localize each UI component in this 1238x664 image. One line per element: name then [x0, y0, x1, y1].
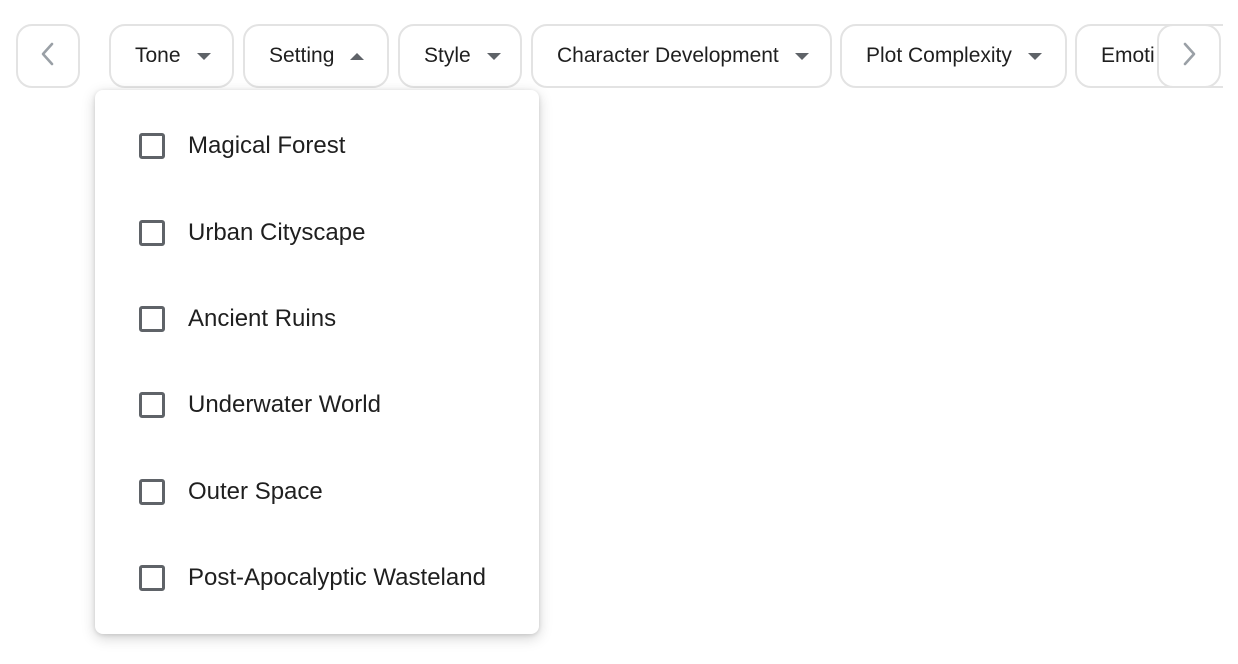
chip-label: Character Development [557, 44, 779, 67]
checkbox[interactable] [139, 133, 165, 159]
filter-panel: Tone Setting Style Character Development… [0, 0, 1238, 664]
caret-down-icon [196, 52, 211, 60]
checkbox[interactable] [139, 220, 165, 246]
scroll-right-button[interactable] [1157, 24, 1221, 88]
option-urban-cityscape[interactable]: Urban Cityscape [95, 203, 539, 263]
option-underwater-world[interactable]: Underwater World [95, 375, 539, 435]
option-outer-space[interactable]: Outer Space [95, 462, 539, 522]
caret-up-icon [350, 52, 365, 60]
checkbox[interactable] [139, 479, 165, 505]
scroll-left-button[interactable] [16, 24, 80, 88]
option-label: Ancient Ruins [188, 305, 337, 332]
filter-chip-setting[interactable]: Setting [243, 24, 389, 88]
option-post-apocalyptic-wasteland[interactable]: Post-Apocalyptic Wasteland [95, 548, 539, 608]
option-magical-forest[interactable]: Magical Forest [95, 116, 539, 176]
option-label: Underwater World [188, 391, 381, 418]
chevron-right-icon [1181, 41, 1197, 72]
caret-down-icon [794, 52, 809, 60]
chip-label: Emoti [1101, 44, 1155, 67]
option-ancient-ruins[interactable]: Ancient Ruins [95, 289, 539, 349]
option-label: Post-Apocalyptic Wasteland [188, 564, 486, 591]
option-label: Outer Space [188, 478, 323, 505]
filter-chip-character-development[interactable]: Character Development [531, 24, 832, 88]
setting-dropdown-menu: Magical Forest Urban Cityscape Ancient R… [95, 90, 539, 634]
chip-label: Style [424, 44, 471, 67]
option-label: Urban Cityscape [188, 219, 366, 246]
checkbox[interactable] [139, 392, 165, 418]
checkbox[interactable] [139, 306, 165, 332]
chip-label: Plot Complexity [866, 44, 1012, 67]
chip-label: Tone [135, 44, 181, 67]
filter-chip-style[interactable]: Style [398, 24, 522, 88]
filter-chip-tone[interactable]: Tone [109, 24, 234, 88]
chevron-left-icon [40, 41, 56, 72]
filter-chip-plot-complexity[interactable]: Plot Complexity [840, 24, 1067, 88]
caret-down-icon [486, 52, 501, 60]
checkbox[interactable] [139, 565, 165, 591]
option-label: Magical Forest [188, 132, 346, 159]
chip-label: Setting [269, 44, 335, 67]
caret-down-icon [1027, 52, 1042, 60]
